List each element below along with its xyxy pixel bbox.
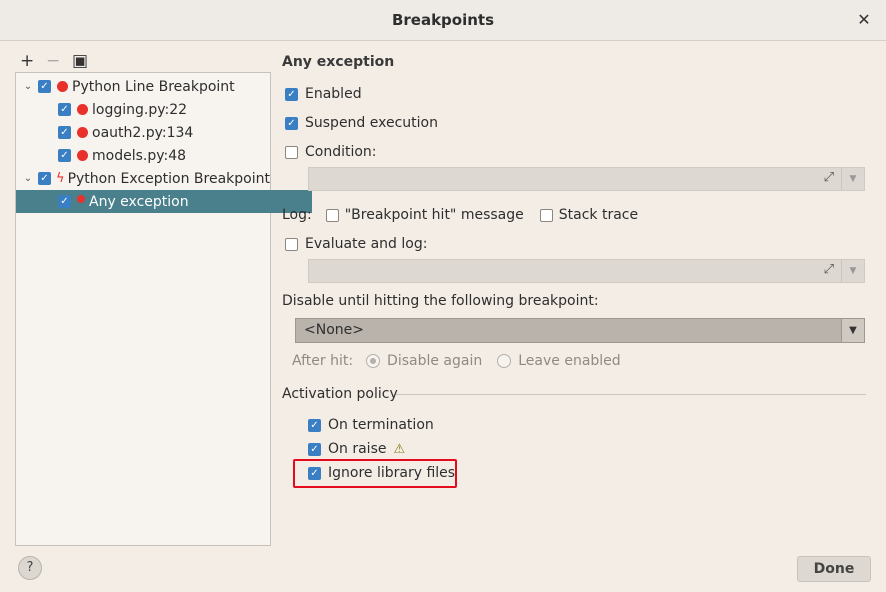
enabled-row[interactable]: ✓ Enabled bbox=[285, 86, 362, 102]
item-oauth2-checkbox[interactable]: ✓ bbox=[58, 126, 71, 139]
suspend-label: Suspend execution bbox=[305, 115, 438, 131]
group-exception-checkbox[interactable]: ✓ bbox=[38, 172, 51, 185]
tree-item-label: oauth2.py:134 bbox=[92, 124, 194, 141]
tree-item-logging[interactable]: ✓ logging.py:22 bbox=[16, 98, 312, 121]
item-models-checkbox[interactable]: ✓ bbox=[58, 149, 71, 162]
tree-item-models[interactable]: ✓ models.py:48 bbox=[16, 144, 312, 167]
log-message-label: "Breakpoint hit" message bbox=[344, 207, 524, 223]
disable-until-label: Disable until hitting the following brea… bbox=[282, 293, 599, 309]
red-dot-icon bbox=[77, 150, 88, 161]
condition-row[interactable]: Condition: bbox=[285, 144, 377, 160]
log-row: Log: "Breakpoint hit" message Stack trac… bbox=[282, 207, 638, 223]
remove-breakpoint-button[interactable]: − bbox=[46, 51, 60, 71]
tree-group-exception[interactable]: ⌄ ✓ ϟ Python Exception Breakpoint bbox=[16, 167, 276, 190]
enabled-label: Enabled bbox=[305, 86, 362, 102]
highlight-box bbox=[293, 459, 457, 488]
item-logging-checkbox[interactable]: ✓ bbox=[58, 103, 71, 116]
title-bar: Breakpoints ✕ bbox=[0, 0, 886, 41]
tree-item-label: models.py:48 bbox=[92, 147, 187, 164]
tree-item-oauth2[interactable]: ✓ oauth2.py:134 bbox=[16, 121, 312, 144]
tree-item-label: Any exception bbox=[89, 193, 189, 210]
group-line-checkbox[interactable]: ✓ bbox=[38, 80, 51, 93]
condition-field[interactable]: ⤢ ▼ bbox=[308, 167, 865, 191]
suspend-checkbox[interactable]: ✓ bbox=[285, 116, 298, 130]
lightning-icon: ϟ bbox=[56, 171, 65, 186]
leave-enabled-label: Leave enabled bbox=[518, 353, 621, 369]
evaluate-row[interactable]: Evaluate and log: bbox=[285, 236, 427, 252]
log-message-checkbox[interactable] bbox=[325, 208, 339, 222]
tree-group-label: Python Exception Breakpoint bbox=[67, 170, 270, 187]
expand-icon[interactable]: ⤢ bbox=[824, 170, 834, 185]
expand-icon[interactable]: ⤢ bbox=[824, 262, 834, 277]
tree-item-label: logging.py:22 bbox=[92, 101, 188, 118]
condition-label: Condition: bbox=[305, 144, 377, 160]
evaluate-field[interactable]: ⤢ ▼ bbox=[308, 259, 865, 283]
disable-again-radio[interactable] bbox=[366, 354, 381, 368]
detail-title: Any exception bbox=[282, 54, 395, 70]
red-dot-icon bbox=[77, 195, 85, 203]
item-any-exception-checkbox[interactable]: ✓ bbox=[58, 195, 71, 208]
evaluate-checkbox[interactable] bbox=[285, 237, 298, 251]
breakpoint-tree: ⌄ ✓ Python Line Breakpoint ✓ logging.py:… bbox=[15, 72, 312, 546]
red-dot-icon bbox=[77, 127, 88, 138]
breakpoints-dialog: + − ▣ ⌄ ✓ Python Line Breakpoint ✓ loggi… bbox=[0, 41, 886, 592]
tree-group-line[interactable]: ⌄ ✓ Python Line Breakpoint bbox=[16, 75, 276, 98]
done-button[interactable]: Done bbox=[797, 556, 871, 582]
enabled-checkbox[interactable]: ✓ bbox=[285, 87, 298, 101]
after-hit-label: After hit: bbox=[292, 353, 354, 369]
suspend-row[interactable]: ✓ Suspend execution bbox=[285, 115, 438, 131]
window-title: Breakpoints bbox=[391, 11, 495, 29]
tree-item-any-exception[interactable]: ✓ Any exception bbox=[16, 190, 312, 213]
disable-until-select[interactable]: <None> ▼ bbox=[295, 318, 865, 343]
chevron-down-icon[interactable]: ▼ bbox=[841, 168, 864, 190]
add-breakpoint-button[interactable]: + bbox=[20, 51, 34, 71]
chevron-down-icon[interactable]: ▼ bbox=[841, 319, 864, 342]
stack-trace-label: Stack trace bbox=[558, 207, 639, 223]
on-raise-row[interactable]: ✓ On raise ⚠ bbox=[308, 441, 405, 457]
disable-until-value: <None> bbox=[304, 322, 364, 338]
tree-toolbar: + − ▣ bbox=[20, 51, 88, 71]
on-termination-label: On termination bbox=[328, 417, 434, 433]
activation-policy-title: Activation policy bbox=[282, 386, 398, 402]
activation-separator bbox=[396, 394, 866, 395]
on-termination-checkbox[interactable]: ✓ bbox=[308, 418, 321, 432]
warning-icon: ⚠ bbox=[393, 441, 406, 457]
tree-group-label: Python Line Breakpoint bbox=[72, 78, 235, 95]
chevron-down-icon[interactable]: ⌄ bbox=[22, 81, 34, 92]
on-raise-checkbox[interactable]: ✓ bbox=[308, 442, 321, 456]
evaluate-label: Evaluate and log: bbox=[305, 236, 428, 252]
on-raise-label: On raise bbox=[328, 441, 387, 457]
after-hit-row: After hit: Disable again Leave enabled bbox=[292, 353, 621, 369]
close-icon[interactable]: ✕ bbox=[854, 10, 874, 30]
help-button[interactable]: ? bbox=[18, 556, 42, 580]
chevron-down-icon[interactable]: ⌄ bbox=[22, 173, 34, 184]
red-dot-icon bbox=[57, 81, 68, 92]
chevron-down-icon[interactable]: ▼ bbox=[841, 260, 864, 282]
red-dot-icon bbox=[77, 104, 88, 115]
disable-again-label: Disable again bbox=[387, 353, 483, 369]
log-label: Log: bbox=[282, 207, 312, 223]
leave-enabled-radio[interactable] bbox=[497, 354, 512, 368]
on-termination-row[interactable]: ✓ On termination bbox=[308, 417, 434, 433]
view-breakpoint-button[interactable]: ▣ bbox=[72, 51, 88, 71]
condition-checkbox[interactable] bbox=[285, 145, 298, 159]
stack-trace-checkbox[interactable] bbox=[539, 208, 553, 222]
